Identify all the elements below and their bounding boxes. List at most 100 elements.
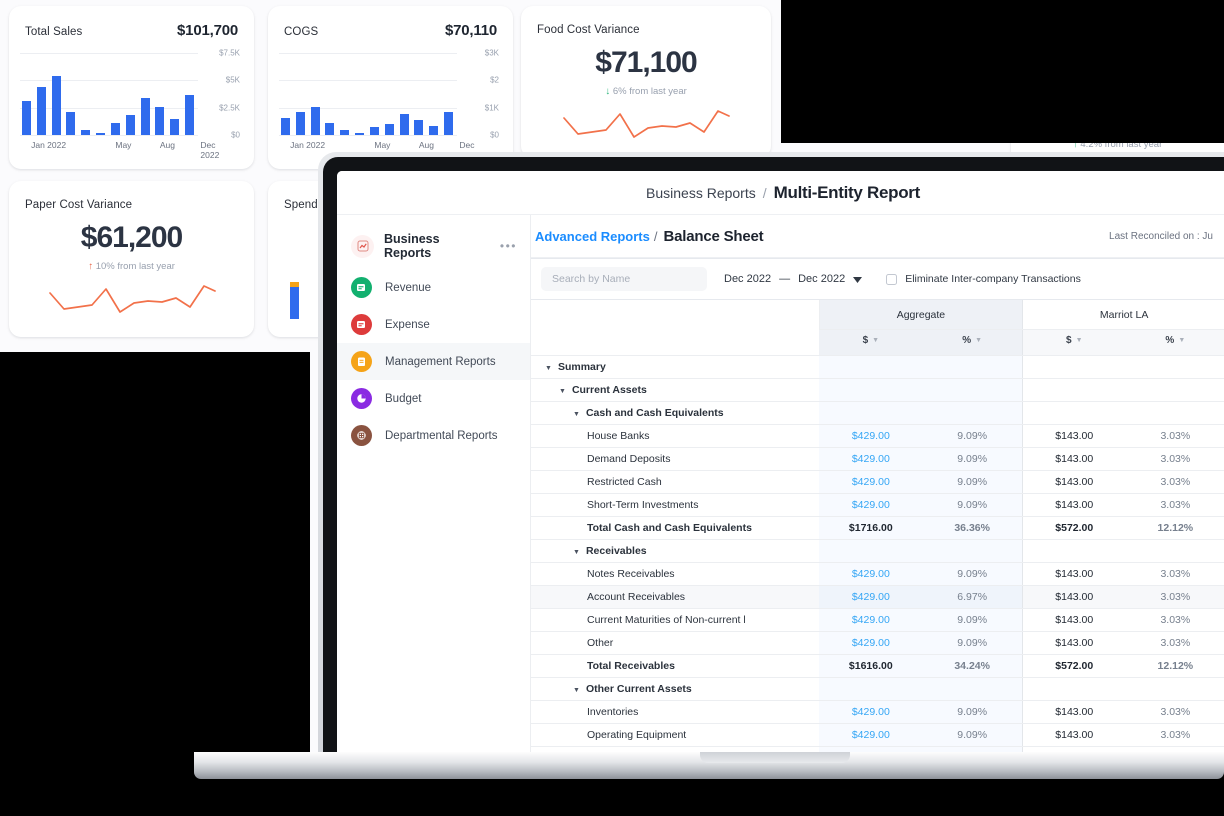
bar-series <box>22 53 194 135</box>
table-cell-percent: 12.12% <box>1125 654 1224 678</box>
table-row[interactable]: ▼ Other Current Assets <box>531 677 1224 701</box>
table-group-header-row: AggregateMarriot LAMarriot SF <box>531 300 1224 356</box>
table-row[interactable]: ▼ Current Assets <box>531 378 1224 402</box>
sidebar-item-budget[interactable]: Budget <box>337 380 530 417</box>
table-cell-amount <box>819 539 923 563</box>
total-sales-x-axis: Jan 2022 May Aug Dec 2022 <box>20 140 240 160</box>
revenue-icon <box>351 277 372 298</box>
breadcrumb-parent[interactable]: Business Reports <box>646 185 756 201</box>
caret-down-icon[interactable]: ▼ <box>573 687 580 694</box>
table-row[interactable]: Short-Term Investments $429.00 9.09% $143.0… <box>531 493 1224 517</box>
table-corner-cell <box>531 300 820 356</box>
caret-down-icon[interactable]: ▼ <box>573 411 580 418</box>
table-column-header-percent[interactable]: % ▼ <box>922 329 1023 356</box>
sidebar-item-revenue[interactable]: Revenue <box>337 269 530 306</box>
bar <box>414 119 424 135</box>
date-range-picker[interactable]: Dec 2022 — Dec 2022 <box>724 270 863 288</box>
table-cell-percent <box>922 539 1023 563</box>
table-row[interactable]: Other$429.009.09%$143.003.03%$143.003.03… <box>531 631 1224 655</box>
sidebar-item-departmental-reports[interactable]: Departmental Reports <box>337 417 530 454</box>
table-cell-label: House Banks <box>531 424 820 448</box>
table-row[interactable]: House Banks$429.009.09%$143.003.03%$143.… <box>531 424 1224 448</box>
table-row[interactable]: Demand Deposits$429.009.09%$143.003.03%$… <box>531 447 1224 471</box>
caret-down-icon[interactable]: ▼ <box>573 549 580 556</box>
table-row[interactable]: Notes Receivables $429.00 9.09% $143.00 3.03… <box>531 562 1224 586</box>
sidebar: Business Reports ••• Revenue Expense Manag… <box>337 215 531 756</box>
page-title: Balance Sheet <box>663 228 764 245</box>
bar-series <box>281 53 453 135</box>
laptop-bezel: Business Reports / Multi-Entity Report B… <box>323 157 1224 756</box>
checkbox-icon[interactable] <box>886 273 898 285</box>
table-cell-amount: $429.00 <box>819 562 923 586</box>
table-row[interactable]: ▼ Summary <box>531 355 1224 379</box>
table-cell-amount <box>1022 539 1126 563</box>
table-row[interactable]: Total Cash and Cash Equivalents $1716.00 3… <box>531 516 1224 540</box>
card-delta: ↓ 6% from last year <box>521 86 771 97</box>
eliminate-intercompany-toggle[interactable]: Eliminate Inter-company Transactions <box>886 273 1081 285</box>
table-column-header-amount[interactable]: $ ▼ <box>819 329 923 356</box>
more-options-icon[interactable]: ••• <box>500 240 517 252</box>
filter-bar: Search by Name Dec 2022 — Dec 2022 Elimi… <box>531 258 1224 300</box>
app-topbar: Business Reports / Multi-Entity Report <box>337 171 1224 215</box>
table-row[interactable]: Account Receivables $429.00 6.97% $143.00 3.… <box>531 585 1224 609</box>
chevron-down-icon[interactable]: ▼ <box>1178 337 1185 344</box>
report-header: Advanced Reports / Balance Sheet Last Re… <box>531 215 1224 258</box>
kpi-card-food-cost-variance: Food Cost Variance $71,100 ↓ 6% from las… <box>521 6 771 158</box>
masked-region-top <box>781 0 1224 143</box>
table-row[interactable]: Inventories$429.009.09%$143.003.03%$143.… <box>531 700 1224 724</box>
table-cell-percent <box>922 401 1023 425</box>
table-row[interactable]: Current Maturities of Non-current l $429.… <box>531 608 1224 632</box>
table-cell-amount: $572.00 <box>1022 516 1126 540</box>
row-label: Notes Receivables <box>587 568 675 580</box>
sidebar-item-expense[interactable]: Expense <box>337 306 530 343</box>
sidebar-item-management-reports[interactable]: Management Reports <box>337 343 530 380</box>
bar <box>325 123 335 135</box>
sort-label: $ <box>862 335 869 346</box>
table-cell-percent: 9.09% <box>922 608 1023 632</box>
table-row[interactable]: ▼ Receivables <box>531 539 1224 563</box>
row-label: Restricted Cash <box>587 476 662 488</box>
kpi-card-cogs: COGS $70,110 $3K $2 $1K $0 Jan 2022 May Aug De… <box>268 6 513 169</box>
x-axis-tick-label: Jan 2022 <box>31 140 67 150</box>
card-header: Food Cost Variance <box>521 6 771 38</box>
bar <box>384 124 394 135</box>
sidebar-header: Business Reports ••• <box>337 223 530 269</box>
table-row[interactable]: Operating Equipment $429.00 9.09% $143.00 3.… <box>531 723 1224 747</box>
grid-line <box>279 135 457 136</box>
table-cell-amount: $1716.00 <box>819 516 923 540</box>
table-cell-percent: 3.03% <box>1125 608 1224 632</box>
table-entity-header: Aggregate <box>818 300 1023 330</box>
pie-chart-icon <box>351 388 372 409</box>
chevron-down-icon[interactable] <box>853 270 863 288</box>
laptop-lid: Business Reports / Multi-Entity Report B… <box>318 152 1224 756</box>
table-head: AggregateMarriot LAMarriot SF $▼%▼$▼%▼$▼… <box>531 300 1224 356</box>
table-column-header-amount[interactable]: $ ▼ <box>1022 329 1126 356</box>
caret-down-icon[interactable]: ▼ <box>545 365 552 372</box>
table-row[interactable]: Restricted Cash$429.009.09%$143.003.03%$… <box>531 470 1224 494</box>
table-row[interactable]: ▼ Cash and Cash Equivalents <box>531 401 1224 425</box>
table-row[interactable]: Total Receivables $1616.00 34.24% $572.00 12… <box>531 654 1224 678</box>
x-axis-tick-label: May <box>115 140 132 150</box>
chevron-down-icon[interactable]: ▼ <box>1076 337 1083 344</box>
expense-icon <box>351 314 372 335</box>
spend-bar-cap <box>290 282 299 287</box>
table-cell-label: Operating Equipment <box>531 723 820 747</box>
breadcrumb-advanced-reports[interactable]: Advanced Reports <box>535 229 650 244</box>
table-cell-amount: $1616.00 <box>819 654 923 678</box>
y-axis-tick-label: $7.5K <box>219 48 240 58</box>
bar <box>140 97 150 135</box>
row-label: Summary <box>557 361 606 373</box>
arrow-up-icon: ↑ <box>88 261 94 272</box>
table-cell-percent: 9.09% <box>922 470 1023 494</box>
card-delta-text: 6% from last year <box>612 86 687 97</box>
table-cell-percent <box>922 378 1023 402</box>
caret-down-icon[interactable]: ▼ <box>559 388 566 395</box>
chevron-down-icon[interactable]: ▼ <box>872 337 879 344</box>
search-input[interactable]: Search by Name <box>541 267 707 291</box>
table-column-header-percent[interactable]: % ▼ <box>1125 329 1224 356</box>
chevron-down-icon[interactable]: ▼ <box>975 337 982 344</box>
table-cell-amount: $143.00 <box>1022 631 1126 655</box>
balance-sheet-table-wrapper[interactable]: AggregateMarriot LAMarriot SF $▼%▼$▼%▼$▼… <box>531 300 1224 756</box>
sort-label: % <box>962 335 972 346</box>
arrow-down-icon: ↓ <box>605 86 611 97</box>
